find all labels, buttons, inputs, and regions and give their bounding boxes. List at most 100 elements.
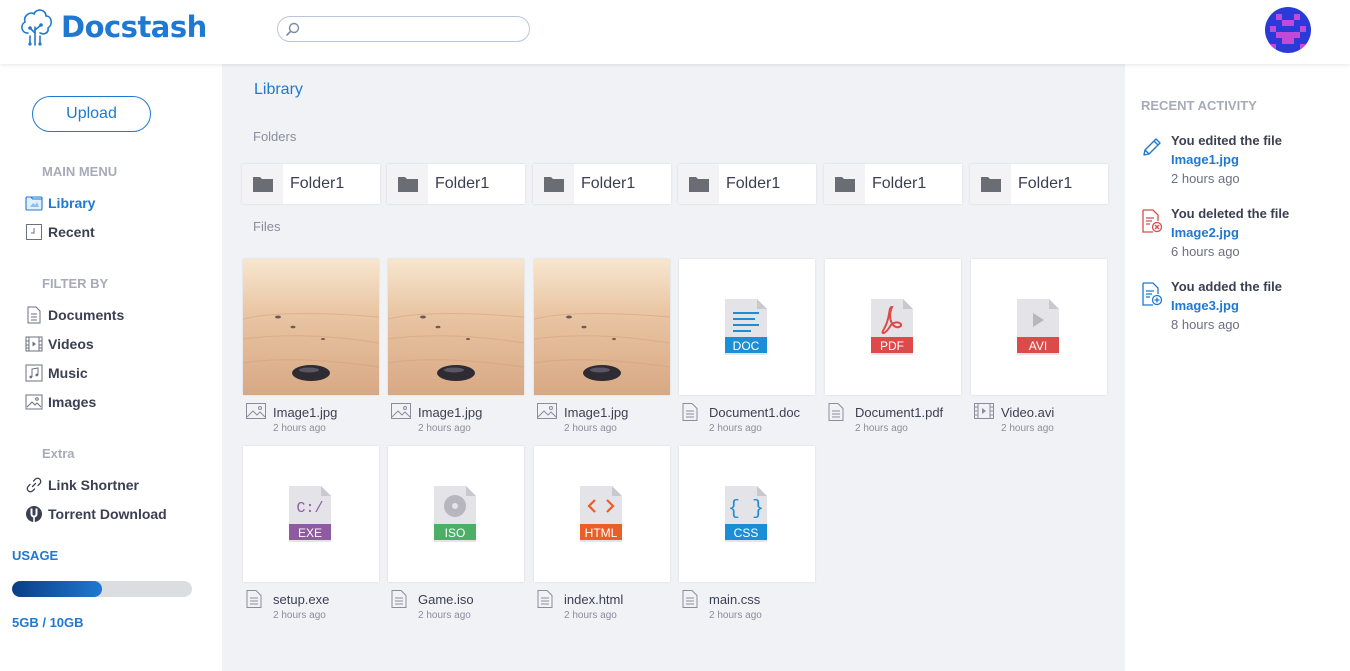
document-file-type-icon [682, 403, 698, 421]
sidebar-item-label: Library [48, 195, 96, 211]
file-card[interactable]: Image1.jpg 2 hours ago [243, 259, 379, 435]
sidebar-item-images[interactable]: Images [24, 391, 96, 413]
activity-file-link[interactable]: Image3.jpg [1171, 298, 1239, 313]
sidebar-item-label: Images [48, 394, 97, 410]
torrent-icon [24, 505, 43, 524]
sidebar-item-label: Recent [48, 224, 95, 240]
folder-card[interactable]: Folder1 [678, 164, 816, 204]
folder-card[interactable]: Folder1 [970, 164, 1108, 204]
folder-label: Folder1 [726, 175, 781, 192]
svg-text:C:/: C:/ [296, 500, 323, 517]
activity-action: You edited the file [1171, 133, 1282, 148]
file-thumbnail [388, 259, 524, 395]
search-box[interactable] [277, 16, 530, 42]
folder-label: Folder1 [581, 175, 636, 192]
file-card[interactable]: Image1.jpg 2 hours ago [534, 259, 670, 435]
activity-file-link[interactable]: Image2.jpg [1171, 225, 1239, 240]
file-thumbnail: { } CSS [679, 446, 815, 582]
file-card[interactable]: { } CSS main.css 2 hours ago [679, 446, 815, 622]
avatar-pattern-icon [1270, 14, 1306, 50]
music-icon [24, 364, 43, 383]
file-time: 2 hours ago [564, 610, 617, 621]
file-name: Image1.jpg [564, 405, 629, 420]
file-delete-icon [1142, 209, 1163, 233]
file-card[interactable]: PDF Document1.pdf 2 hours ago [825, 259, 961, 435]
folder-card[interactable]: Folder1 [387, 164, 525, 204]
app-name: Docstash [61, 10, 207, 44]
sidebar-item-recent[interactable]: Recent [24, 221, 95, 243]
file-card[interactable]: C:/ EXE setup.exe 2 hours ago [243, 446, 379, 622]
file-time: 2 hours ago [273, 610, 326, 621]
file-time: 2 hours ago [273, 423, 326, 434]
sidebar-item-torrent-download[interactable]: Torrent Download [24, 503, 167, 525]
sidebar-item-label: Link Shortner [48, 477, 140, 493]
sand-pebble-photo [388, 259, 524, 395]
folder-label: Folder1 [290, 175, 345, 192]
file-card[interactable]: HTML index.html 2 hours ago [534, 446, 670, 622]
file-card[interactable]: Image1.jpg 2 hours ago [388, 259, 524, 435]
file-card[interactable]: DOC Document1.doc 2 hours ago [679, 259, 815, 435]
sidebar-item-library[interactable]: Library [24, 192, 95, 214]
iso-file-icon: ISO [434, 486, 476, 542]
svg-text:ISO: ISO [445, 526, 466, 540]
folder-icon [834, 177, 855, 192]
activity-time: 6 hours ago [1171, 244, 1240, 259]
file-time: 2 hours ago [855, 423, 908, 434]
file-time: 2 hours ago [709, 423, 762, 434]
file-thumbnail: C:/ EXE [243, 446, 379, 582]
extra-heading: Extra [42, 446, 75, 461]
sidebar-item-label: Torrent Download [48, 506, 167, 522]
folder-icon [397, 177, 418, 192]
user-avatar[interactable] [1265, 7, 1311, 53]
file-name: setup.exe [273, 592, 330, 607]
file-time: 2 hours ago [418, 610, 471, 621]
pencil-icon [1143, 138, 1161, 156]
library-icon [24, 194, 43, 213]
image-icon [24, 393, 43, 412]
main-content: Library Folders Folder1 Folder1 Folder1 … [222, 64, 1125, 671]
document-file-type-icon [537, 590, 553, 608]
file-add-icon [1142, 282, 1163, 306]
folder-card[interactable]: Folder1 [533, 164, 671, 204]
folder-card[interactable]: Folder1 [824, 164, 962, 204]
sidebar-item-documents[interactable]: Documents [24, 304, 124, 326]
document-file-type-icon [828, 403, 844, 421]
image-file-type-icon [537, 403, 557, 419]
search-input[interactable] [304, 19, 522, 39]
sidebar-item-music[interactable]: Music [24, 362, 88, 384]
document-file-type-icon [246, 590, 262, 608]
tree-logo-icon [21, 9, 52, 46]
file-card[interactable]: ISO Game.iso 2 hours ago [388, 446, 524, 622]
folders-heading: Folders [253, 129, 297, 144]
folder-card[interactable]: Folder1 [242, 164, 380, 204]
image-file-type-icon [391, 403, 411, 419]
link-icon [24, 476, 43, 495]
file-thumbnail: HTML [534, 446, 670, 582]
sand-pebble-photo [243, 259, 379, 395]
usage-progress-bar [12, 581, 192, 597]
file-name: Image1.jpg [418, 405, 483, 420]
svg-text:DOC: DOC [733, 339, 760, 353]
sidebar-item-link-shortner[interactable]: Link Shortner [24, 474, 139, 496]
document-icon [24, 306, 43, 325]
file-thumbnail: AVI [971, 259, 1107, 395]
file-thumbnail: ISO [388, 446, 524, 582]
file-card[interactable]: AVI Video.avi 2 hours ago [971, 259, 1107, 435]
document-file-type-icon [682, 590, 698, 608]
sidebar-item-videos[interactable]: Videos [24, 333, 94, 355]
sand-pebble-photo [534, 259, 670, 395]
folder-icon [543, 177, 564, 192]
file-time: 2 hours ago [564, 423, 617, 434]
files-heading: Files [253, 219, 281, 234]
upload-button[interactable]: Upload [32, 96, 151, 132]
activity-time: 8 hours ago [1171, 317, 1240, 332]
folder-label: Folder1 [1018, 175, 1073, 192]
folder-label: Folder1 [872, 175, 927, 192]
logo[interactable]: Docstash [18, 6, 207, 46]
document-file-type-icon [391, 590, 407, 608]
file-name: Video.avi [1001, 405, 1055, 420]
breadcrumb[interactable]: Library [254, 81, 303, 99]
activity-file-link[interactable]: Image1.jpg [1171, 152, 1239, 167]
filter-heading: FILTER BY [42, 276, 109, 291]
css-file-icon: { } CSS [725, 486, 767, 542]
